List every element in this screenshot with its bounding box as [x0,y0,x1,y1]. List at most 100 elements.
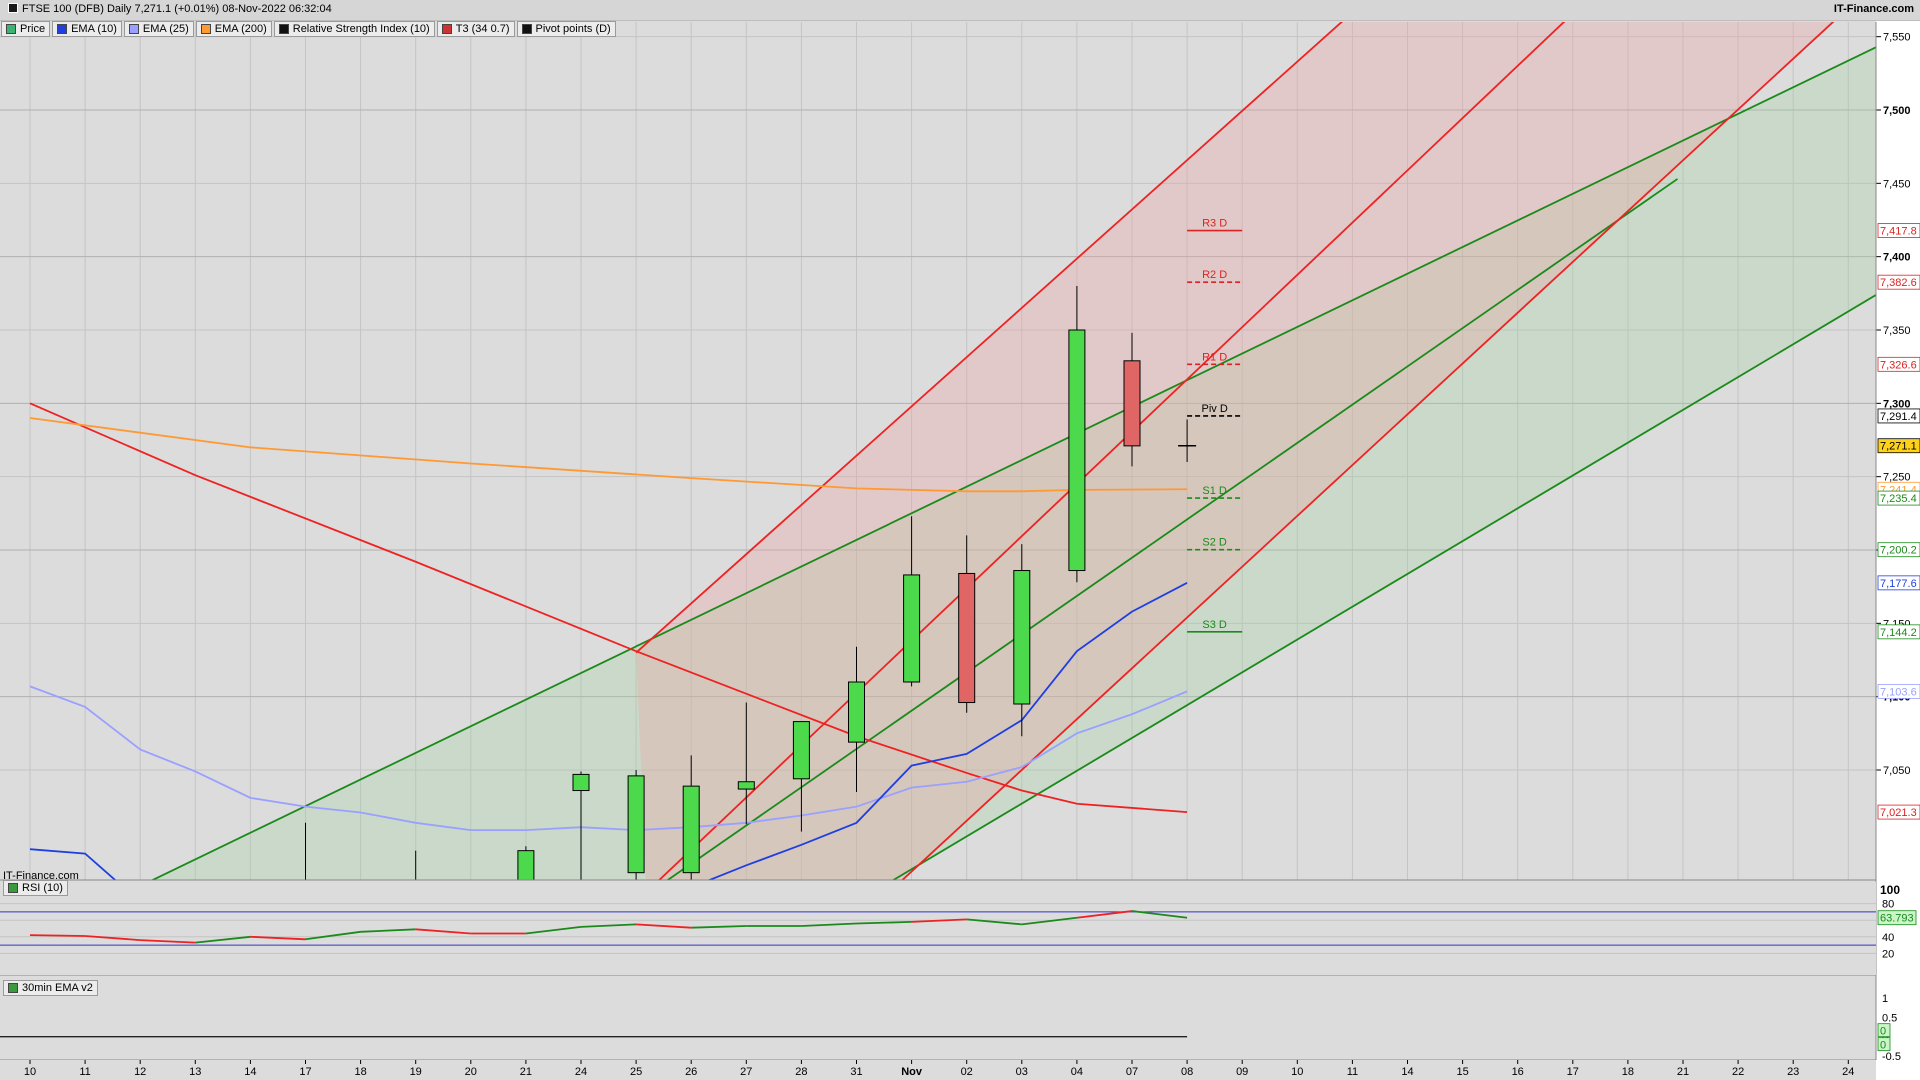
rsi-tick-label: 20 [1882,948,1894,960]
candle-body [572,773,590,792]
x-tick-label: 17 [1567,1066,1579,1078]
ema30-panel-label[interactable]: 30min EMA v2 [3,980,98,996]
x-tick-label: 26 [685,1066,697,1078]
candle-body [848,681,865,743]
rsi-panel-label-text: RSI (10) [22,882,63,894]
legend-swatch-icon [57,24,68,34]
y-tick-label: 7,050 [1883,765,1911,777]
rsi-value-label: 63.793 [1880,913,1914,925]
x-tick-label: 20 [465,1066,477,1078]
chart-title-text: FTSE 100 (DFB) Daily 7,271.1 (+0.01%) 08… [22,3,332,15]
x-tick-label: 24 [1842,1066,1854,1078]
pivot-label: R2 D [1202,269,1227,281]
legend-item-label: Price [20,23,46,35]
legend: Price EMA (10) EMA (25) EMA (200) Relative S… [1,21,618,37]
x-tick-label: 03 [1016,1066,1028,1078]
price-tag-label: 7,200.2 [1880,545,1917,557]
ema30-tick-label: 1 [1882,993,1888,1005]
rsi-top-label: 100 [1880,883,1900,897]
legend-item[interactable]: Pivot points (D) [516,21,616,37]
x-tick-label: 21 [1677,1066,1689,1078]
x-tick-label: 11 [1347,1066,1358,1078]
x-tick-label: 02 [961,1066,973,1078]
x-tick-label: 11 [79,1066,90,1078]
x-tick-label: 14 [1401,1066,1413,1078]
legend-item[interactable]: EMA (25) [123,21,194,37]
legend-item-label: EMA (25) [142,23,189,35]
x-tick-label: 18 [1622,1066,1634,1078]
legend-item[interactable]: EMA (10) [52,21,122,37]
legend-item-label: Relative Strength Index (10) [292,23,430,35]
pivot-label: Piv D [1202,403,1228,415]
legend-item-label: Pivot points (D) [535,23,611,35]
x-tick-label: 17 [299,1066,311,1078]
legend-swatch-icon [278,24,289,34]
y-tick-label: 7,400 [1883,252,1911,264]
legend-swatch-icon [200,24,211,34]
legend-swatch-icon [6,24,16,34]
y-tick-label: 7,350 [1883,325,1911,337]
x-tick-label: 25 [630,1066,642,1078]
legend-item[interactable]: Price [1,21,51,37]
price-tag-label: 7,291.4 [1880,411,1917,423]
price-tag-label: 7,177.6 [1880,578,1917,590]
legend-swatch-icon [441,24,452,34]
pivot-label: S1 D [1202,485,1227,497]
ema30-tick-label: 0.5 [1882,1012,1897,1024]
price-tag-label: 7,235.4 [1880,493,1917,505]
rsi-tick-label: 80 [1882,899,1894,911]
rsi-line-segment [29,934,86,937]
pivot-label: S2 D [1202,537,1227,549]
rsi-panel-label[interactable]: RSI (10) [3,880,68,896]
legend-item-label: EMA (10) [71,23,117,35]
chart-title: FTSE 100 (DFB) Daily 7,271.1 (+0.01%) 08… [8,3,332,15]
x-tick-label: 12 [134,1066,146,1078]
x-tick-label: 22 [1732,1066,1744,1078]
brand-label: IT-Finance.com [1833,3,1914,15]
price-tag-label: 7,382.6 [1880,277,1917,289]
x-tick-label: 14 [244,1066,256,1078]
x-tick-label: 28 [795,1066,807,1078]
price-tag-label: 7,417.8 [1880,226,1917,238]
instrument-icon [8,3,18,13]
legend-swatch-icon [521,24,532,34]
pivot-label: R3 D [1202,218,1227,230]
legend-item[interactable]: EMA (200) [195,21,272,37]
x-tick-label: 31 [850,1066,862,1078]
ema30-tick-label: -0.5 [1882,1051,1901,1063]
candle-body [682,785,700,874]
chart-window: R3 DR2 DR1 DPiv DS1 DS2 DS3 D7,0507,1007… [0,0,1920,1080]
x-tick-label: 23 [1787,1066,1799,1078]
y-tick-label: 7,300 [1883,398,1911,410]
price-chart[interactable]: R3 DR2 DR1 DPiv DS1 DS2 DS3 D7,0507,1007… [0,0,1920,1080]
x-tick-label: 19 [410,1066,422,1078]
ema30-swatch-icon [8,983,18,993]
x-tick-label: 21 [520,1066,532,1078]
x-tick-label: 15 [1456,1066,1468,1078]
y-tick-label: 7,250 [1883,472,1911,484]
x-tick-label: 10 [1291,1066,1303,1078]
title-bar: FTSE 100 (DFB) Daily 7,271.1 (+0.01%) 08… [0,0,1920,21]
x-axis-background [0,1060,1876,1080]
legend-item[interactable]: Relative Strength Index (10) [273,21,435,37]
x-tick-label: 09 [1236,1066,1248,1078]
legend-swatch-icon [128,24,139,34]
x-tick-label: 24 [575,1066,587,1078]
legend-item[interactable]: T3 (34 0.7) [436,21,515,37]
price-tag-label: 7,271.1 [1880,441,1917,453]
x-tick-label: 08 [1181,1066,1193,1078]
rsi-background [0,882,1876,975]
candle-body [1123,360,1141,447]
ema30-value-label: 0 [1880,1026,1886,1038]
price-tag-label: 7,021.3 [1880,807,1917,819]
candle-body [737,781,755,790]
rsi-tick-label: 40 [1882,932,1894,944]
ema30-value-label: 0 [1880,1040,1886,1052]
price-tag-label: 7,144.2 [1880,627,1917,639]
x-tick-label: 18 [354,1066,366,1078]
pivot-label: R1 D [1202,351,1227,363]
x-tick-label: 13 [189,1066,201,1078]
candle-body [1068,329,1086,572]
ema30-panel-label-text: 30min EMA v2 [22,982,93,994]
x-tick-label: Nov [901,1066,923,1078]
